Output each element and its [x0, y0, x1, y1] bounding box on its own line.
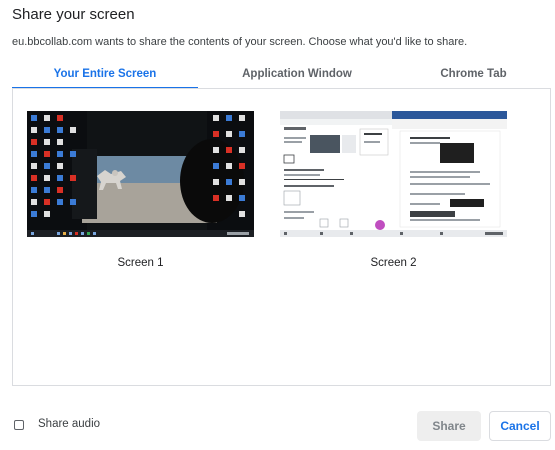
- share-button[interactable]: Share: [417, 411, 481, 441]
- tab-entire-screen[interactable]: Your Entire Screen: [12, 64, 198, 89]
- source-tabs: Your Entire Screen Application Window Ch…: [12, 64, 552, 89]
- cancel-button[interactable]: Cancel: [489, 411, 551, 441]
- screen-picker-panel: Screen 1 Screen 2: [12, 88, 551, 386]
- share-audio-checkbox[interactable]: [14, 420, 24, 430]
- desktop-preview-image: [280, 111, 507, 237]
- dialog-subtitle: eu.bbcollab.com wants to share the conte…: [12, 36, 468, 48]
- screen-2-label: Screen 2: [370, 257, 417, 269]
- screen-2-thumbnail[interactable]: [280, 111, 507, 237]
- tab-application-window[interactable]: Application Window: [202, 64, 392, 87]
- dialog-title: Share your screen: [12, 6, 135, 23]
- desktop-preview-image: [27, 111, 254, 237]
- tab-chrome-tab[interactable]: Chrome Tab: [412, 64, 535, 87]
- share-audio-label: Share audio: [38, 418, 101, 430]
- screen-1-label: Screen 1: [117, 257, 164, 269]
- screen-1-thumbnail[interactable]: [27, 111, 254, 237]
